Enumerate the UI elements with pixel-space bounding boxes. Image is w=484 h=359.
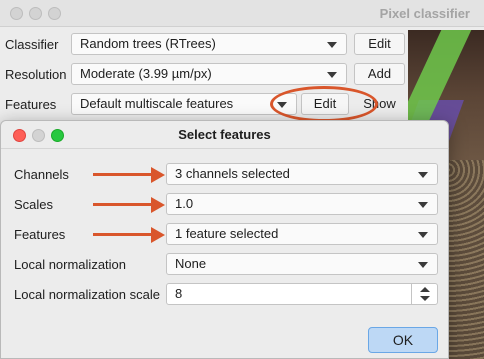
arrow-annotation (93, 173, 153, 176)
title-bar: Pixel classifier (0, 0, 484, 27)
features-select[interactable]: Default multiscale features (71, 93, 297, 115)
decrement-icon[interactable] (420, 296, 430, 301)
arrow-head-icon (151, 197, 165, 213)
scales-select[interactable]: 1.0 (166, 193, 438, 215)
channels-label: Channels (14, 167, 69, 182)
chevron-down-icon (418, 202, 428, 208)
classifier-edit-button[interactable]: Edit (354, 33, 405, 55)
channels-select[interactable]: 3 channels selected (166, 163, 438, 185)
edit-highlight-ellipse (270, 86, 378, 122)
ok-button[interactable]: OK (368, 327, 438, 353)
local-normalization-scale-value: 8 (175, 286, 183, 301)
resolution-select[interactable]: Moderate (3.99 µm/px) (71, 63, 347, 85)
chevron-down-icon (327, 42, 337, 48)
channels-value: 3 channels selected (175, 166, 290, 181)
resolution-value: Moderate (3.99 µm/px) (80, 66, 212, 81)
chevron-down-icon (418, 262, 428, 268)
features-select[interactable]: 1 feature selected (166, 223, 438, 245)
spinner-buttons (411, 284, 437, 304)
classifier-value: Random trees (RTrees) (80, 36, 216, 51)
features-value: Default multiscale features (80, 96, 234, 111)
arrow-head-icon (151, 167, 165, 183)
scales-label: Scales (14, 197, 54, 212)
local-normalization-select[interactable]: None (166, 253, 438, 275)
window-title: Pixel classifier (379, 6, 470, 21)
minimize-window-button[interactable] (29, 7, 42, 20)
dialog-title-bar: Select features (1, 121, 448, 149)
scales-value: 1.0 (175, 196, 194, 211)
chevron-down-icon (418, 232, 428, 238)
arrow-head-icon (151, 227, 165, 243)
classifier-label: Classifier (5, 37, 59, 52)
local-normalization-scale-label: Local normalization scale (14, 287, 160, 302)
arrow-annotation (93, 233, 153, 236)
local-normalization-value: None (175, 256, 207, 271)
features-label: Features (5, 97, 57, 112)
close-window-button[interactable] (10, 7, 23, 20)
features-label: Features (14, 227, 66, 242)
local-normalization-label: Local normalization (14, 257, 127, 272)
features-value: 1 feature selected (175, 226, 279, 241)
chevron-down-icon (327, 72, 337, 78)
select-features-dialog: Select features Channels 3 channels sele… (0, 120, 449, 359)
resolution-add-button[interactable]: Add (354, 63, 405, 85)
arrow-annotation (93, 203, 153, 206)
dialog-title: Select features (178, 127, 271, 142)
zoom-window-button[interactable] (48, 7, 61, 20)
resolution-label: Resolution (5, 67, 67, 82)
local-normalization-scale-spinner[interactable]: 8 (166, 283, 438, 305)
increment-icon[interactable] (420, 287, 430, 292)
classifier-select[interactable]: Random trees (RTrees) (71, 33, 347, 55)
chevron-down-icon (418, 172, 428, 178)
